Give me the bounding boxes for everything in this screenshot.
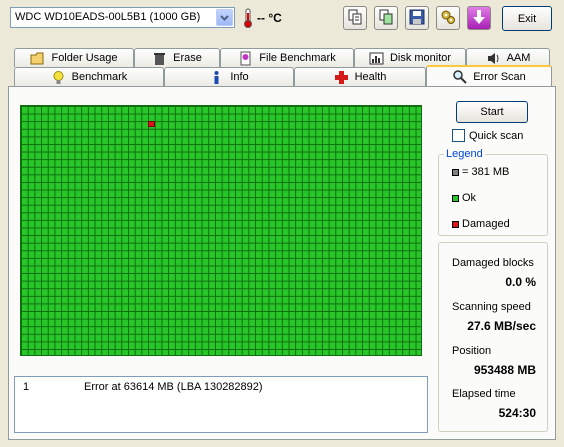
tab-label: Benchmark: [71, 71, 128, 83]
thermometer-icon: [242, 8, 254, 28]
damaged-blocks-label: Damaged blocks: [452, 257, 534, 269]
tab-label: Folder Usage: [51, 52, 118, 64]
start-button[interactable]: Start: [456, 101, 528, 123]
chevron-down-icon[interactable]: [216, 9, 233, 26]
block-swatch: [452, 168, 459, 176]
legend-damaged-label: Damaged: [462, 218, 510, 230]
download-icon: [471, 9, 487, 28]
quick-scan-checkbox[interactable]: Quick scan: [452, 129, 523, 142]
legend-title: Legend: [444, 148, 485, 160]
damaged-swatch: [452, 220, 459, 228]
tab-benchmark[interactable]: Benchmark: [14, 67, 164, 86]
log-index: 1: [23, 381, 30, 393]
health-cross-icon: [334, 70, 349, 85]
options-icon: [440, 9, 456, 28]
position-label: Position: [452, 345, 492, 357]
position-value: 953488 MB: [473, 363, 536, 377]
temperature-readout: -- °C: [257, 11, 282, 25]
tab-label: File Benchmark: [259, 52, 336, 64]
info-icon: [209, 70, 224, 85]
drive-select[interactable]: WDC WD10EADS-00L5B1 (1000 GB): [10, 7, 235, 28]
tab-info[interactable]: Info: [164, 67, 294, 86]
tab-label: Erase: [173, 52, 202, 64]
tab-label: AAM: [506, 52, 531, 64]
legend-block-size-label: = 381 MB: [462, 166, 510, 178]
elapsed-time-label: Elapsed time: [452, 388, 516, 400]
damaged-block: [148, 121, 155, 127]
legend-block-size: = 381 MB: [452, 166, 509, 178]
tab-error-scan[interactable]: Error Scan: [426, 65, 552, 86]
disk-monitor-icon: [369, 51, 384, 66]
legend-ok-label: Ok: [462, 192, 477, 204]
download-button[interactable]: [467, 6, 491, 30]
tab-folder-usage[interactable]: Folder Usage: [14, 48, 134, 67]
ok-swatch: [452, 194, 459, 202]
error-log-list[interactable]: 1 Error at 63614 MB (LBA 130282892): [14, 376, 428, 433]
folder-icon: [30, 51, 45, 66]
tab-label: Disk monitor: [389, 52, 452, 64]
log-message: Error at 63614 MB (LBA 130282892): [84, 381, 263, 393]
tab-label: Error Scan: [473, 70, 526, 83]
scanning-speed-label: Scanning speed: [452, 301, 531, 313]
speaker-icon: [486, 51, 501, 66]
tab-erase[interactable]: Erase: [134, 48, 220, 67]
trash-icon: [152, 51, 167, 66]
quick-scan-label: Quick scan: [469, 129, 524, 142]
copy-icon: [347, 9, 363, 28]
save-icon: [409, 9, 425, 28]
scan-block-grid: [20, 105, 422, 356]
scanning-speed-value: 27.6 MB/sec: [467, 319, 536, 333]
legend-damaged: Damaged: [452, 218, 510, 230]
stats-group: [438, 242, 548, 432]
drive-select-value: WDC WD10EADS-00L5B1 (1000 GB): [15, 11, 201, 23]
copy-button[interactable]: [343, 6, 367, 30]
save-button[interactable]: [405, 6, 429, 30]
tab-label: Health: [354, 71, 387, 83]
exit-button[interactable]: Exit: [502, 6, 552, 31]
tab-label: Info: [230, 71, 249, 83]
options-button[interactable]: [436, 6, 460, 30]
damaged-blocks-value: 0.0 %: [505, 275, 536, 289]
tab-file-benchmark[interactable]: File Benchmark: [220, 48, 354, 67]
checkbox-box[interactable]: [452, 129, 465, 142]
elapsed-time-value: 524:30: [498, 406, 536, 420]
legend-ok: Ok: [452, 192, 476, 204]
magnifier-icon: [452, 69, 467, 84]
file-benchmark-icon: [238, 51, 253, 66]
tab-health[interactable]: Health: [294, 67, 426, 86]
lightbulb-icon: [51, 70, 66, 85]
copy-screen-button[interactable]: [374, 6, 398, 30]
copy-screen-icon: [378, 9, 394, 28]
